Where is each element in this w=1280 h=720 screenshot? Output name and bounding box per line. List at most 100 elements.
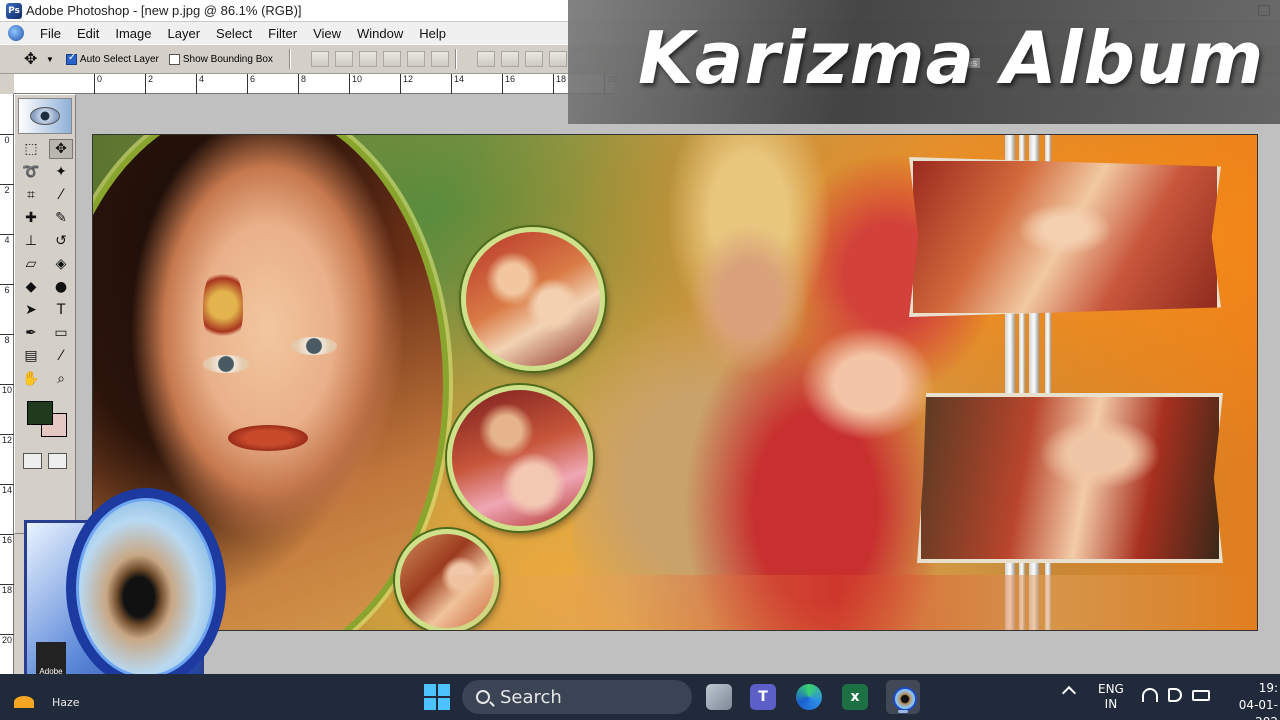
- wifi-icon: [1142, 688, 1158, 702]
- palette-header[interactable]: [18, 98, 72, 134]
- clock-time: 19:: [1258, 681, 1278, 695]
- system-tray-icons[interactable]: [1142, 688, 1210, 702]
- weather-widget[interactable]: [14, 682, 42, 708]
- mehndi-frame-photo-top: [909, 157, 1221, 317]
- align-horizontal-center-icon[interactable]: [406, 51, 425, 67]
- ruler-tick: 10: [0, 384, 14, 395]
- marquee-tool-icon[interactable]: ⬚: [19, 139, 43, 159]
- adobe-logo-icon: Adobe: [36, 642, 66, 676]
- quick-mask-mode-icon[interactable]: [48, 453, 67, 469]
- maang-tikka-ornament: [203, 265, 243, 345]
- menu-layer[interactable]: Layer: [160, 26, 209, 41]
- clone-stamp-tool-icon[interactable]: ⊥: [19, 231, 43, 251]
- align-left-icon[interactable]: [382, 51, 401, 67]
- menu-filter[interactable]: Filter: [260, 26, 305, 41]
- slice-tool-icon[interactable]: ⁄: [49, 185, 73, 205]
- edge-browser-icon[interactable]: [796, 684, 822, 710]
- blur-tool-icon[interactable]: ◆: [19, 277, 43, 297]
- ruler-tick: 4: [0, 234, 14, 245]
- menu-window[interactable]: Window: [349, 26, 411, 41]
- auto-select-layer-checkbox[interactable]: Auto Select Layer: [65, 52, 159, 65]
- photoshop-taskbar-icon[interactable]: [886, 680, 920, 714]
- menu-file[interactable]: File: [32, 26, 69, 41]
- shape-tool-icon[interactable]: ▭: [49, 323, 73, 343]
- excel-app-icon[interactable]: x: [842, 684, 868, 710]
- align-bottom-icon[interactable]: [358, 51, 377, 67]
- zoom-tool-icon[interactable]: ⌕: [49, 369, 73, 389]
- taskbar-search-box[interactable]: Search: [462, 680, 692, 714]
- eraser-tool-icon[interactable]: ▱: [19, 254, 43, 274]
- teams-app-icon[interactable]: T: [750, 684, 776, 710]
- hand-tool-icon[interactable]: ✋: [19, 369, 43, 389]
- photoshop-window: Ps Adobe Photoshop - [new p.jpg @ 86.1% …: [0, 0, 1280, 720]
- healing-brush-tool-icon[interactable]: ✚: [19, 208, 43, 228]
- align-right-icon[interactable]: [430, 51, 449, 67]
- magic-wand-tool-icon[interactable]: ✦: [49, 162, 73, 182]
- ruler-tick: 0: [0, 134, 14, 145]
- mask-mode-buttons: [15, 449, 75, 473]
- battery-icon: [1192, 690, 1210, 701]
- circle-photo-1: [461, 227, 605, 371]
- align-vertical-center-icon[interactable]: [334, 51, 353, 67]
- show-bounding-box-label: Show Bounding Box: [182, 53, 273, 65]
- paint-bucket-tool-icon[interactable]: ◈: [49, 254, 73, 274]
- ruler-tick: 2: [145, 74, 153, 94]
- type-tool-icon[interactable]: T: [49, 300, 73, 320]
- distribute-vertical-center-icon[interactable]: [500, 51, 519, 67]
- align-top-icon[interactable]: [310, 51, 329, 67]
- ruler-tick: 16: [502, 74, 515, 94]
- menu-select[interactable]: Select: [208, 26, 260, 41]
- distribute-top-icon[interactable]: [476, 51, 495, 67]
- pen-tool-icon[interactable]: ✒: [19, 323, 43, 343]
- dodge-tool-icon[interactable]: ●: [49, 277, 73, 297]
- show-hidden-icons-chevron-icon[interactable]: [1061, 685, 1077, 701]
- banner-title: Karizma Album: [638, 16, 1265, 100]
- notes-tool-icon[interactable]: ▤: [19, 346, 43, 366]
- show-bounding-box-checkbox[interactable]: Show Bounding Box: [168, 53, 273, 65]
- lips-shape: [228, 425, 308, 451]
- ruler-tick: 12: [400, 74, 413, 94]
- crop-tool-icon[interactable]: ⌗: [19, 185, 43, 205]
- windows-taskbar: Haze Search T x ENG IN 19: 04-01-202: [0, 674, 1280, 720]
- blur-glow: [413, 575, 1257, 630]
- eyedropper-tool-icon[interactable]: ⁄: [49, 346, 73, 366]
- move-tool-preset-icon[interactable]: [22, 49, 42, 69]
- photoshop-app-icon: Ps: [6, 2, 22, 19]
- ruler-tick: 14: [0, 484, 14, 495]
- menu-edit[interactable]: Edit: [69, 26, 107, 41]
- haze-weather-icon: [14, 696, 34, 708]
- clock-date: 04-01-202: [1238, 698, 1278, 720]
- tool-preset-dropdown-arrow[interactable]: ▼: [46, 55, 54, 64]
- document-control-icon[interactable]: [8, 25, 24, 41]
- ruler-tick: 4: [196, 74, 204, 94]
- distribute-bottom-icon[interactable]: [524, 51, 543, 67]
- speaker-icon: [1168, 688, 1182, 702]
- horizontal-ruler: 0 2 4 6 8 10 12 14 16 18 20: [14, 74, 617, 94]
- distribute-left-icon[interactable]: [548, 51, 567, 67]
- foreground-color-swatch[interactable]: [27, 401, 53, 425]
- menu-help[interactable]: Help: [411, 26, 454, 41]
- lang-region: IN: [1104, 697, 1118, 711]
- window-title: Adobe Photoshop - [new p.jpg @ 86.1% (RG…: [26, 3, 302, 18]
- lasso-tool-icon[interactable]: ➰: [19, 162, 43, 182]
- start-windows-icon[interactable]: [424, 684, 450, 710]
- circle-photo-2: [447, 385, 593, 531]
- ruler-tick: 16: [0, 534, 14, 545]
- history-brush-tool-icon[interactable]: ↺: [49, 231, 73, 251]
- task-view-icon[interactable]: [706, 684, 732, 710]
- ruler-tick: 20: [0, 634, 14, 645]
- menu-image[interactable]: Image: [107, 26, 159, 41]
- search-icon: [476, 690, 490, 704]
- title-banner: ushes Karizma Album: [568, 0, 1280, 124]
- checkbox-checked-icon: [65, 52, 77, 65]
- standard-mode-icon[interactable]: [23, 453, 42, 469]
- input-language-indicator[interactable]: ENG IN: [1098, 682, 1124, 712]
- menu-view[interactable]: View: [305, 26, 349, 41]
- brush-tool-icon[interactable]: ✎: [49, 208, 73, 228]
- album-canvas[interactable]: [92, 134, 1258, 631]
- search-placeholder: Search: [500, 686, 562, 708]
- ruler-tick: 6: [0, 284, 14, 295]
- move-tool-icon[interactable]: ✥: [49, 139, 73, 159]
- taskbar-clock[interactable]: 19: 04-01-202: [1226, 680, 1278, 720]
- path-selection-tool-icon[interactable]: ➤: [19, 300, 43, 320]
